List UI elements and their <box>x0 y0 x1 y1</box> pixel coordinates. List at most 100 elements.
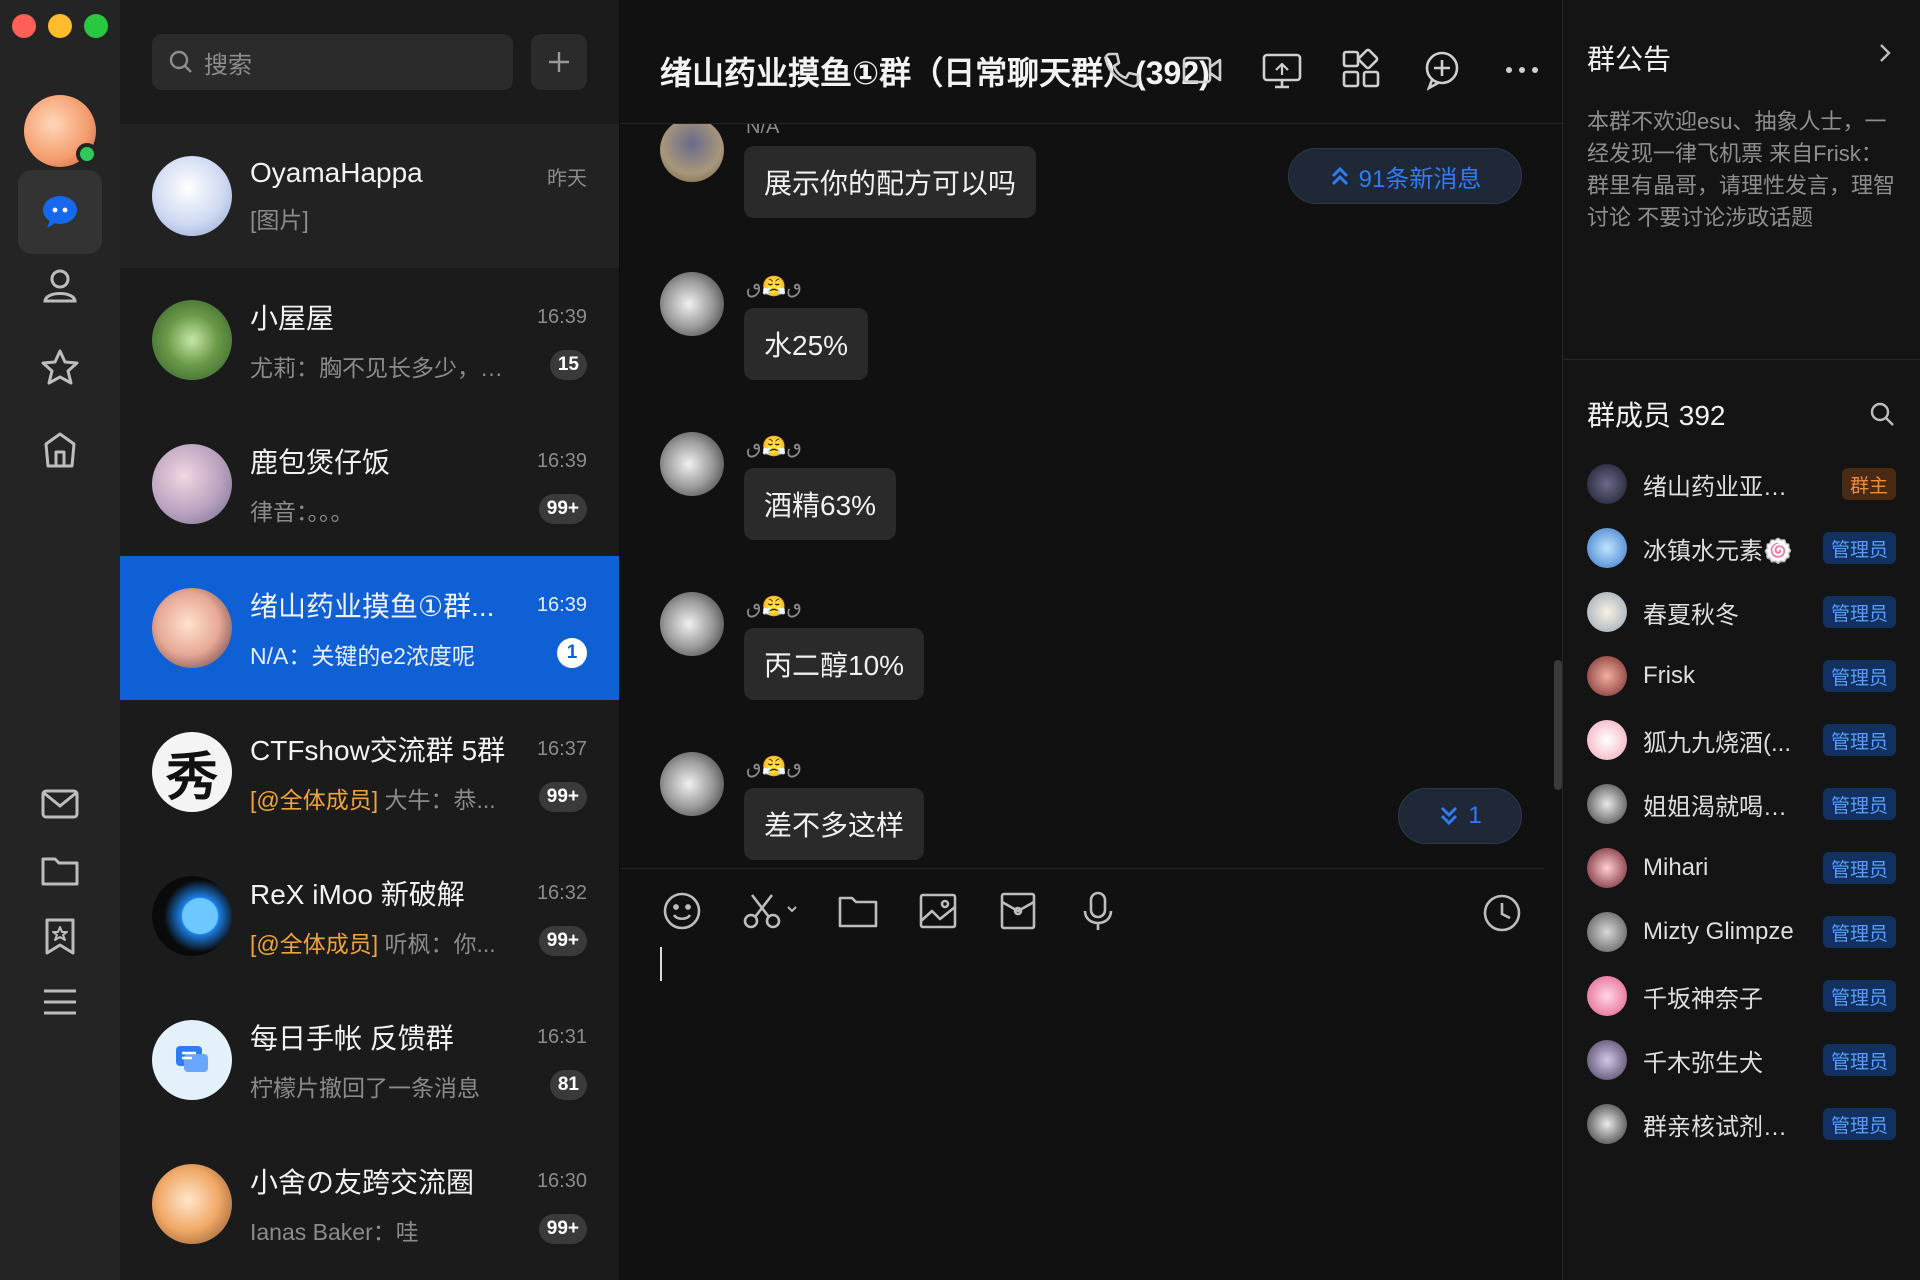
message-bubble[interactable]: 差不多这样 <box>744 788 925 860</box>
folder-icon[interactable] <box>836 889 880 933</box>
bookmark-icon <box>45 918 75 955</box>
add-circle-icon[interactable] <box>1420 48 1464 92</box>
group-notice[interactable]: 群公告 本群不欢迎esu、抽象人士，一经发现一律飞机票 来自Frisk：群里有晶… <box>1563 0 1920 360</box>
search-icon[interactable] <box>1868 400 1896 428</box>
my-avatar[interactable] <box>24 95 98 167</box>
mention-all-tag: [@全体成员] <box>250 931 379 957</box>
member-avatar <box>1587 1040 1627 1080</box>
member-row[interactable]: 千坂神奈子 管理员 <box>1587 964 1896 1028</box>
preview-text: 大牛：恭... <box>378 787 496 813</box>
role-badge: 管理员 <box>1822 852 1896 884</box>
message-composer[interactable] <box>620 868 1544 1280</box>
sender-avatar[interactable] <box>660 752 724 816</box>
member-row[interactable]: 春夏秋冬 管理员 <box>1587 580 1896 644</box>
new-messages-button[interactable]: 91条新消息 <box>1288 148 1522 204</box>
rail-chat-button[interactable] <box>18 170 102 254</box>
chat-bubble-icon <box>43 196 77 228</box>
message-bubble[interactable]: 水25% <box>744 308 869 380</box>
microphone-icon[interactable] <box>1076 889 1120 933</box>
search-input[interactable]: 搜索 <box>152 34 513 90</box>
rail-contacts-button[interactable] <box>18 244 102 328</box>
rail-explore-button[interactable] <box>18 408 102 492</box>
conversation-item[interactable]: 秀 CTFshow交流群 5群 [@全体成员] 大牛：恭... 16:37 99+ <box>120 700 619 844</box>
avatar <box>152 444 232 524</box>
member-row[interactable]: Frisk 管理员 <box>1587 644 1896 708</box>
search-row: 搜索 <box>120 0 619 124</box>
sender-avatar[interactable] <box>660 432 724 496</box>
member-row[interactable]: 狐九九烧酒(... 管理员 <box>1587 708 1896 772</box>
conversation-item[interactable]: OyamaHappa [图片] 昨天 <box>120 124 619 268</box>
avatar <box>152 1164 232 1244</box>
red-packet-icon[interactable] <box>996 889 1040 933</box>
sender-avatar[interactable] <box>660 124 724 182</box>
phone-icon[interactable] <box>1100 48 1144 92</box>
message-bubble[interactable]: 酒精63% <box>744 468 897 540</box>
conversation-time: 16:39 <box>536 594 587 616</box>
conversation-item-selected[interactable]: 绪山药业摸鱼①群... N/A：关键的e2浓度呢 16:39 1 <box>120 556 619 700</box>
conversation-item[interactable]: 每日手帐 反馈群 柠檬片撤回了一条消息 16:31 81 <box>120 988 619 1132</box>
conversation-name: OyamaHappa <box>250 157 423 188</box>
plus-icon <box>549 52 569 72</box>
sender-avatar[interactable] <box>660 272 724 336</box>
apps-grid-icon[interactable] <box>1340 48 1384 92</box>
member-row[interactable]: 冰镇水元素🍥 管理员 <box>1587 516 1896 580</box>
notice-text: 本群不欢迎esu、抽象人士，一经发现一律飞机票 来自Frisk：群里有晶哥，请理… <box>1587 109 1896 230</box>
rail-favorites-button[interactable] <box>18 326 102 410</box>
member-name: Mizty Glimpze <box>1643 918 1794 945</box>
message-list[interactable]: N/A 展示你的配方可以吗 91条新消息 ٯ😤ٯ 水25% ٯ😤ٯ 酒精63% … <box>620 124 1544 868</box>
image-icon[interactable] <box>916 889 960 933</box>
conversation-preview: [@全体成员] 大牛：恭... <box>250 781 520 815</box>
conversation-item[interactable]: 小屋屋 尤莉：胸不见长多少，… 16:39 15 <box>120 268 619 412</box>
conversation-item[interactable]: ReX iMoo 新破解 [@全体成员] 听枫：你... 16:32 99+ <box>120 844 619 988</box>
create-button[interactable] <box>531 34 587 90</box>
role-badge: 管理员 <box>1822 596 1896 628</box>
close-window-button[interactable] <box>12 14 36 38</box>
member-name: Mihari <box>1643 854 1709 881</box>
emoji-icon[interactable] <box>660 889 704 933</box>
screenshot-scissors-icon[interactable] <box>740 889 800 933</box>
zoom-window-button[interactable] <box>84 14 108 38</box>
member-name: Frisk <box>1643 662 1695 689</box>
role-badge: 管理员 <box>1822 724 1896 756</box>
member-row[interactable]: 姐姐渴就喝水... 管理员 <box>1587 772 1896 836</box>
member-row[interactable]: 群亲核试剂，... 管理员 <box>1587 1092 1896 1156</box>
member-row[interactable]: 绪山药业亚洲... 群主 <box>1587 452 1896 516</box>
sender-name: ٯ😤ٯ <box>746 276 802 298</box>
member-name: 姐姐渴就喝水... <box>1643 793 1805 821</box>
conversation-time: 16:39 <box>536 450 587 472</box>
conversation-list-panel: 搜索 OyamaHappa [图片] 昨天 小屋屋 尤莉：胸不见长多少，… 16:3… <box>120 0 620 1280</box>
member-avatar <box>1587 592 1627 632</box>
member-name: 群亲核试剂，... <box>1643 1113 1805 1141</box>
minimize-window-button[interactable] <box>48 14 72 38</box>
jump-to-latest-button[interactable]: 1 <box>1398 788 1522 844</box>
member-row[interactable]: Mizty Glimpze 管理员 <box>1587 900 1896 964</box>
message-scrollbar[interactable] <box>1554 660 1562 790</box>
history-button[interactable] <box>1480 891 1524 940</box>
avatar: 秀 <box>152 732 232 812</box>
rail-menu-button[interactable] <box>18 960 102 1044</box>
text-cursor <box>660 947 662 981</box>
member-avatar <box>1587 720 1627 760</box>
conversation-preview: 柠檬片撤回了一条消息 <box>250 1075 480 1101</box>
conversation-item[interactable]: 鹿包煲仔饭 律音：。。。 16:39 99+ <box>120 412 619 556</box>
message-bubble[interactable]: 展示你的配方可以吗 <box>744 146 1037 218</box>
sender-name: N/A <box>746 124 780 138</box>
video-call-icon[interactable] <box>1180 48 1224 92</box>
conversation-item[interactable]: 小舍の友跨交流圈 Ianas Baker：哇 16:30 99+ <box>120 1132 619 1276</box>
member-row[interactable]: 千木弥生犬 管理员 <box>1587 1028 1896 1092</box>
conversation-time: 16:30 <box>536 1170 587 1192</box>
screen-share-icon[interactable] <box>1260 48 1304 92</box>
avatar <box>152 876 232 956</box>
member-avatar <box>1587 528 1627 568</box>
double-chevron-down-icon <box>1441 806 1458 826</box>
more-icon[interactable] <box>1500 48 1544 92</box>
mail-icon <box>41 789 79 819</box>
chevron-right-icon[interactable] <box>1874 42 1896 64</box>
sender-avatar[interactable] <box>660 592 724 656</box>
member-list: 群成员 392 绪山药业亚洲... 群主 冰镇水元素🍥 管理员 春夏秋冬 管理员 Fr… <box>1563 360 1920 1190</box>
member-row[interactable]: Mihari 管理员 <box>1587 836 1896 900</box>
message-bubble[interactable]: 丙二醇10% <box>744 628 925 700</box>
sender-name: ٯ😤ٯ <box>746 596 802 618</box>
member-avatar <box>1587 1104 1627 1144</box>
group-chat-icon <box>176 1046 208 1072</box>
